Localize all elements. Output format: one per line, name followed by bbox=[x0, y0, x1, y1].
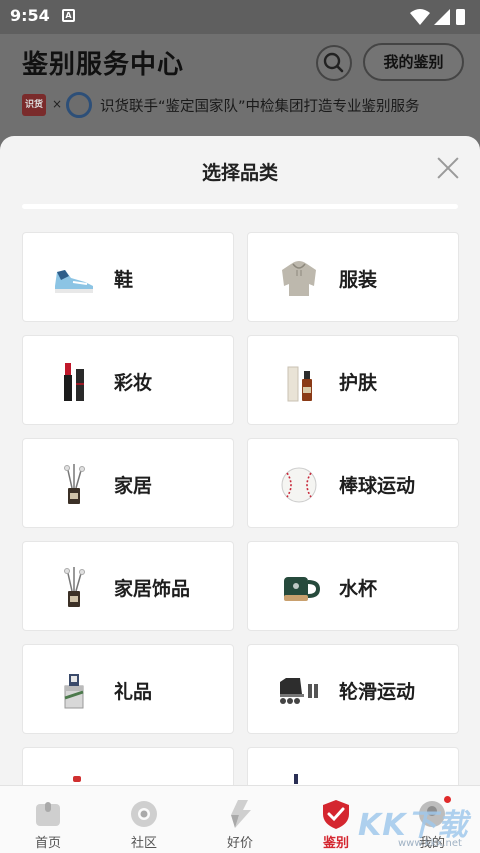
watermark: KK下载 www.kkx.net bbox=[358, 800, 480, 853]
hoodie-icon bbox=[282, 261, 316, 296]
tab-home[interactable]: 首页 bbox=[0, 794, 96, 851]
tab-label: 社区 bbox=[130, 836, 157, 851]
partner-banner[interactable]: 识货 × 识货联手“鉴定国家队”中检集团打造专业鉴别服务 bbox=[22, 92, 462, 118]
watermark-url: www.kkx.net bbox=[398, 838, 462, 849]
partial-thumb bbox=[73, 776, 81, 782]
search-button[interactable] bbox=[316, 45, 352, 81]
category-label: 鞋 bbox=[114, 269, 134, 291]
category-label: 水杯 bbox=[339, 578, 378, 600]
shihuo-logo: 识货 bbox=[22, 94, 46, 116]
shield-check-icon bbox=[323, 800, 349, 829]
sheet-title: 选择品类 bbox=[201, 162, 278, 184]
gift-icon bbox=[64, 674, 84, 709]
page-title: 鉴别服务中心 bbox=[22, 50, 185, 80]
category-card-gifts[interactable]: 礼品 bbox=[22, 644, 234, 734]
tab-label: 首页 bbox=[34, 836, 61, 851]
home-icon bbox=[36, 802, 60, 826]
search-icon bbox=[323, 52, 344, 73]
sneaker-icon bbox=[55, 270, 93, 293]
close-icon[interactable] bbox=[436, 156, 460, 180]
tab-deals[interactable]: 好价 bbox=[192, 794, 288, 851]
category-label: 棒球运动 bbox=[339, 475, 416, 497]
category-card-home-decor[interactable]: 家居饰品 bbox=[22, 541, 234, 631]
notification-icon: A bbox=[62, 9, 75, 22]
ccic-logo bbox=[66, 92, 92, 118]
category-card-apparel[interactable]: 服装 bbox=[247, 232, 459, 322]
serum-bottle-icon bbox=[287, 366, 312, 402]
partial-thumb bbox=[294, 774, 298, 784]
category-card-skincare[interactable]: 护肤 bbox=[247, 335, 459, 425]
category-card-home[interactable]: 家居 bbox=[22, 438, 234, 528]
status-icons bbox=[410, 9, 465, 25]
baseball-icon bbox=[281, 467, 317, 503]
tab-community[interactable]: 社区 bbox=[96, 794, 192, 851]
lightning-icon bbox=[231, 800, 251, 828]
category-label: 家居 bbox=[114, 475, 153, 497]
category-card-partial[interactable] bbox=[22, 747, 234, 785]
lipstick-icon bbox=[64, 363, 84, 401]
signal-icon bbox=[434, 9, 450, 25]
category-label: 彩妆 bbox=[114, 372, 153, 394]
banner-x: × bbox=[52, 97, 63, 111]
sheet-divider bbox=[22, 204, 458, 209]
mug-icon bbox=[284, 577, 321, 601]
category-card-shoes[interactable]: 鞋 bbox=[22, 232, 234, 322]
diffuser-icon bbox=[64, 464, 85, 504]
skate-icon bbox=[280, 678, 318, 704]
category-label: 轮滑运动 bbox=[339, 681, 416, 703]
category-card-baseball[interactable]: 棒球运动 bbox=[247, 438, 459, 528]
wifi-icon bbox=[410, 9, 430, 25]
my-appraisals-button[interactable]: 我的鉴别 bbox=[363, 43, 464, 81]
category-label: 服装 bbox=[339, 269, 378, 291]
category-label: 礼品 bbox=[114, 681, 153, 703]
diffuser-icon bbox=[64, 567, 85, 607]
battery-icon bbox=[456, 9, 465, 25]
category-card-makeup[interactable]: 彩妆 bbox=[22, 335, 234, 425]
status-bar: 9:54 A bbox=[0, 0, 480, 34]
community-icon bbox=[131, 801, 157, 827]
category-label: 护肤 bbox=[339, 372, 378, 394]
category-card-cups[interactable]: 水杯 bbox=[247, 541, 459, 631]
category-card-partial[interactable] bbox=[247, 747, 459, 785]
tab-label: 好价 bbox=[226, 836, 253, 851]
status-time: 9:54 bbox=[10, 6, 50, 25]
category-label: 家居饰品 bbox=[114, 578, 191, 600]
category-sheet: 选择品类 鞋 服装 彩妆 护肤 家居 棒球运动 家居饰品 水杯 礼品 轮滑运动 bbox=[0, 136, 480, 785]
banner-text: 识货联手“鉴定国家队”中检集团打造专业鉴别服务 bbox=[100, 99, 420, 115]
category-card-skating[interactable]: 轮滑运动 bbox=[247, 644, 459, 734]
